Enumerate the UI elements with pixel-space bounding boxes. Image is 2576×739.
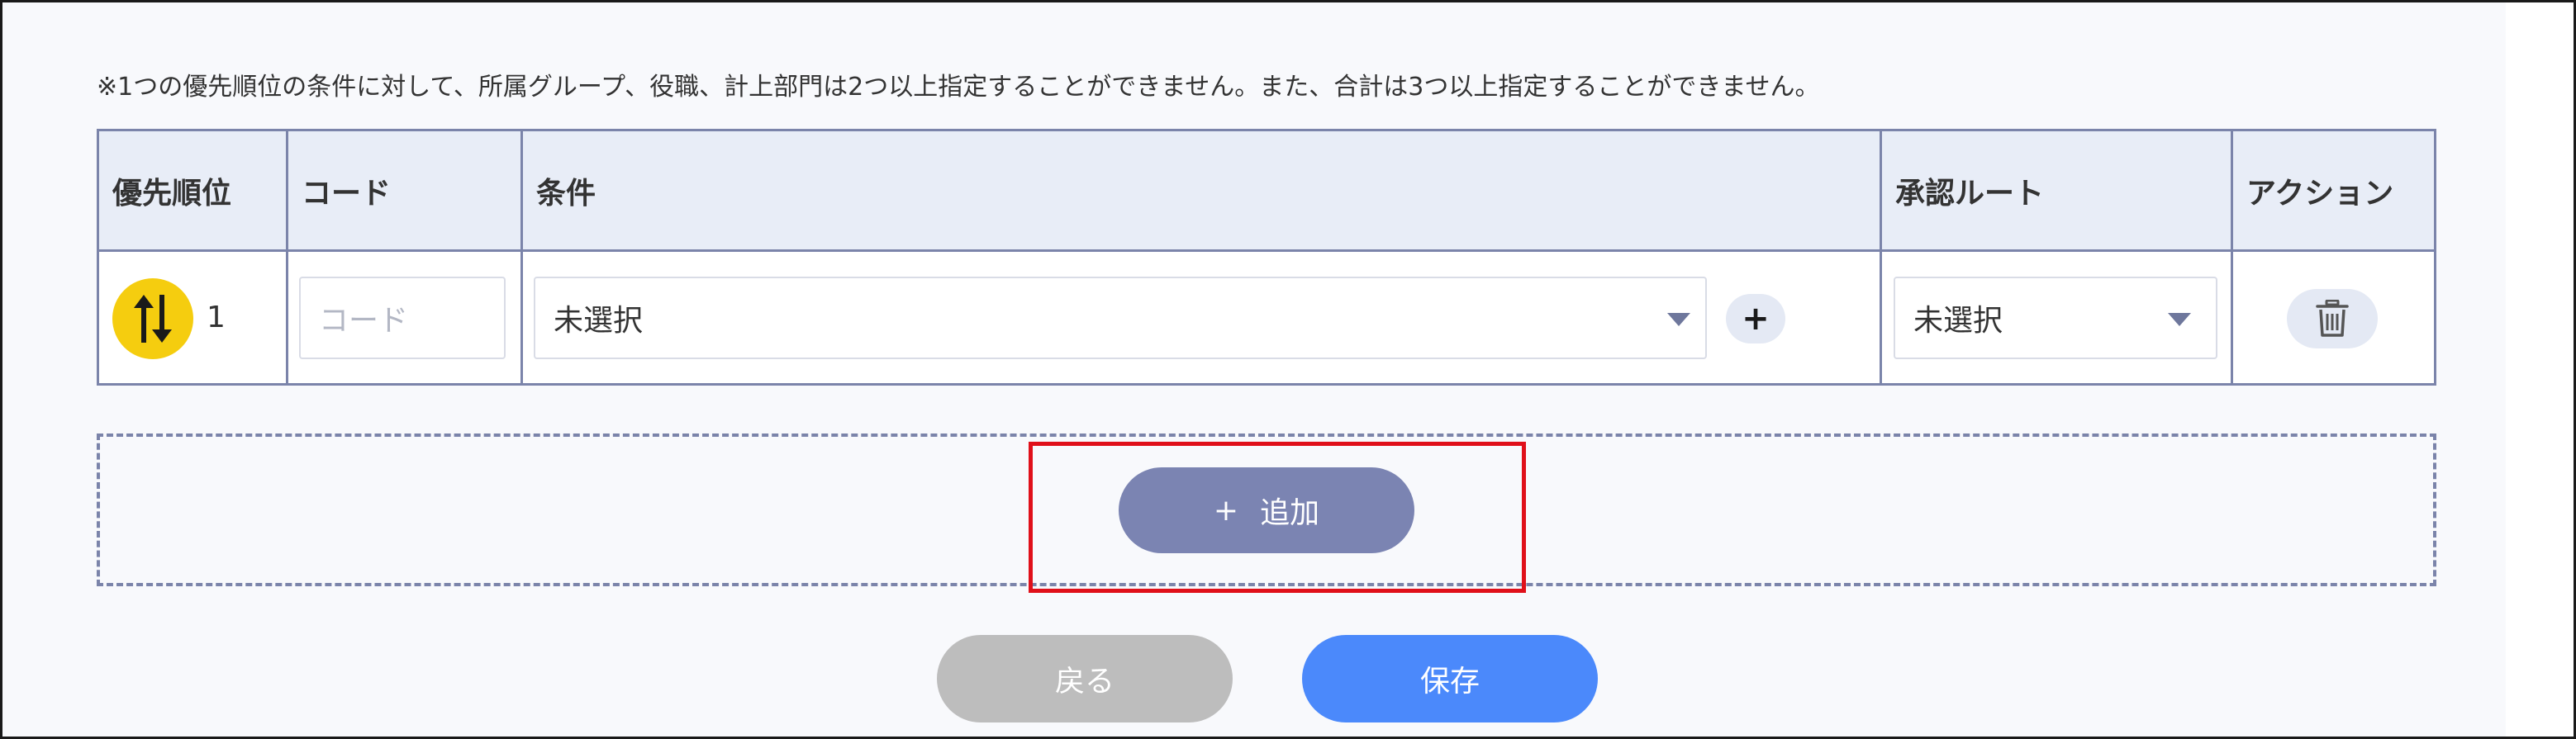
header-route: 承認ルート: [1895, 176, 2045, 211]
highlight-box: [1029, 442, 1526, 593]
back-button[interactable]: 戻る: [937, 635, 1233, 722]
chevron-down-icon: [2168, 313, 2191, 326]
priority-number: 1: [207, 301, 226, 334]
sort-arrows-glyph: [134, 295, 172, 343]
save-button[interactable]: 保存: [1302, 635, 1598, 722]
column-divider: [520, 131, 523, 383]
delete-row-button[interactable]: [2287, 289, 2378, 348]
condition-select-value: 未選択: [554, 304, 644, 338]
column-divider: [2231, 131, 2233, 383]
table-header: 優先順位 コード 条件 承認ルート アクション: [99, 131, 2434, 252]
header-action: アクション: [2246, 176, 2394, 211]
code-input[interactable]: コード: [299, 277, 506, 359]
condition-select[interactable]: 未選択: [534, 277, 1707, 359]
add-condition-button[interactable]: +: [1726, 294, 1785, 343]
route-select[interactable]: 未選択: [1894, 277, 2217, 359]
header-condition: 条件: [536, 176, 596, 211]
priority-table: 優先順位 コード 条件 承認ルート アクション 1 コード 未選択 + 未選択: [97, 129, 2436, 386]
column-divider: [286, 131, 288, 383]
route-select-value: 未選択: [1913, 304, 2003, 338]
chevron-down-icon: [1667, 313, 1690, 326]
plus-icon: +: [1742, 300, 1770, 338]
header-priority: 優先順位: [112, 176, 232, 211]
notice-text: ※1つの優先順位の条件に対して、所属グループ、役職、計上部門は2つ以上指定するこ…: [97, 73, 1820, 102]
right-margin: [2506, 2, 2574, 737]
trash-icon: [2316, 300, 2349, 337]
sort-arrows-icon[interactable]: [112, 278, 193, 359]
column-divider: [1880, 131, 1882, 383]
header-code: コード: [302, 176, 392, 211]
